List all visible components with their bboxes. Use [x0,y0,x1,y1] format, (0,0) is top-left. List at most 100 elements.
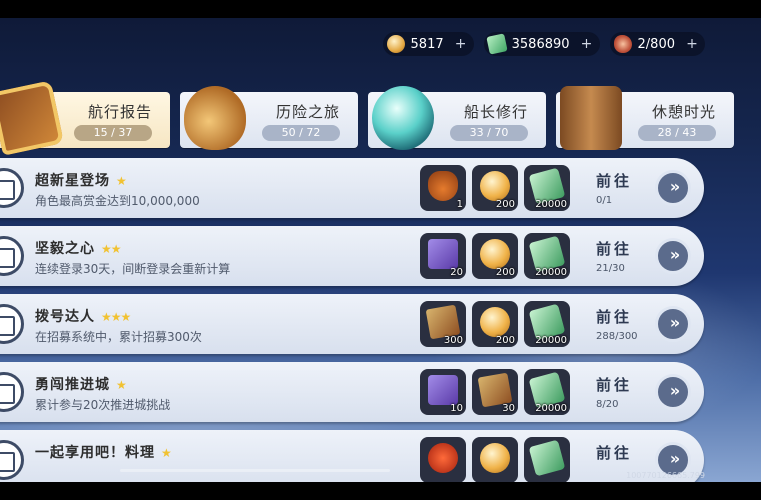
reward-item[interactable]: 30 [472,369,518,415]
add-stamina-button[interactable]: + [685,36,699,52]
add-cash-button[interactable]: + [580,36,594,52]
reward-count: 200 [495,199,515,210]
goto-button[interactable]: » [655,170,691,206]
coin-icon [386,35,405,53]
star-icon: ★★★ [101,310,131,324]
cash-icon [485,33,508,55]
reward-list [420,437,570,482]
reward-item[interactable] [472,437,518,482]
goto-area: 前往 8/20 [596,374,656,410]
task-progress: 288/300 [596,331,638,342]
goto-label: 前往 [596,376,633,394]
task-progress: 21/30 [596,263,625,274]
star-icon: ★ [116,378,127,392]
tab-progress: 33 / 70 [450,125,528,141]
goto-area: 前往 [596,442,656,467]
coin-icon [480,239,510,269]
tab-adventure[interactable]: 历险之旅 50 / 72 [180,86,358,150]
goto-button[interactable]: » [655,306,691,342]
reward-item[interactable]: 300 [420,301,466,347]
reward-count: 20 [450,267,463,278]
task-row: 一起享用吧！料理 ★ 前往 » [0,430,704,482]
reward-count: 30 [502,403,515,414]
book-icon [0,80,64,156]
currency-coin: 5817 + [382,32,474,56]
goto-area: 前往 21/30 [596,238,656,274]
task-row: 勇闯推进城 ★ 累计参与20次推进城挑战 10 30 20000 前往 8/20 … [0,362,704,422]
mug-icon [560,86,622,150]
goto-area: 前往 288/300 [596,306,656,342]
category-tabs: 航行报告 15 / 37 历险之旅 50 / 72 船长修行 33 / 70 休… [0,80,752,156]
star-icon: ★ [161,446,172,460]
reward-item[interactable]: 200 [472,233,518,279]
reward-count: 20000 [535,199,567,210]
coin-icon [480,307,510,337]
bag-icon [428,171,458,201]
cash-value: 3586890 [511,36,570,52]
tab-progress: 15 / 37 [74,125,152,141]
orb-icon [372,86,434,150]
reward-item[interactable]: 20000 [524,165,570,211]
goto-button[interactable]: » [655,374,691,410]
task-badge-icon [0,372,24,412]
goto-label: 前往 [596,172,633,190]
reward-item[interactable]: 200 [472,165,518,211]
task-description: 在招募系统中，累计招募300次 [35,330,202,344]
meat-icon [613,35,632,53]
reward-item[interactable]: 10 [420,369,466,415]
goto-button[interactable]: » [655,238,691,274]
cash-icon [528,439,566,477]
star-icon: ★★ [101,242,121,256]
goto-label: 前往 [596,444,633,462]
task-description: 连续登录30天，间断登录会重新计算 [35,262,231,276]
task-row: 坚毅之心 ★★ 连续登录30天，间断登录会重新计算 20 200 20000 前往… [0,226,704,286]
reward-item[interactable]: 20000 [524,369,570,415]
food-icon [428,443,458,473]
task-description: 角色最高赏金达到10,000,000 [35,194,200,208]
task-title: 拨号达人 ★★★ [35,309,131,325]
reward-count: 20000 [535,403,567,414]
reward-item[interactable]: 200 [472,301,518,347]
reward-count: 10 [450,403,463,414]
add-coin-button[interactable]: + [454,36,468,52]
purple-box-icon [428,375,458,405]
currency-stamina: 2/800 + [609,32,705,56]
task-title: 勇闯推进城 ★ [35,377,127,393]
task-badge-icon [0,440,24,480]
task-progress: 0/1 [596,195,613,206]
reward-item[interactable]: 20000 [524,233,570,279]
reward-list: 1 200 20000 [420,165,570,211]
game-screen: 5817 + 3586890 + 2/800 + 航行报告 15 / 37 历险… [0,18,761,482]
tab-captain-training[interactable]: 船长修行 33 / 70 [368,86,546,150]
reward-list: 20 200 20000 [420,233,570,279]
task-title: 坚毅之心 ★★ [35,241,121,257]
star-icon: ★ [116,174,127,188]
task-badge-icon [0,236,24,276]
task-badge-icon [0,168,24,208]
reward-item[interactable]: 20000 [524,301,570,347]
tab-label: 船长修行 [463,103,528,121]
reward-count: 200 [495,335,515,346]
goto-area: 前往 0/1 [596,170,656,206]
currency-cash: 3586890 + [483,32,600,56]
reward-item[interactable]: 20 [420,233,466,279]
hat-icon [184,86,246,150]
currency-bar: 5817 + 3586890 + 2/800 + [382,32,705,56]
task-row: 超新星登场 ★ 角色最高赏金达到10,000,000 1 200 20000 前往… [0,158,704,218]
coin-icon [480,443,510,473]
reward-count: 20000 [535,267,567,278]
horizontal-scrollbar[interactable] [120,469,390,472]
goto-label: 前往 [596,308,633,326]
reward-list: 10 30 20000 [420,369,570,415]
reward-item[interactable]: 1 [420,165,466,211]
task-list: 超新星登场 ★ 角色最高赏金达到10,000,000 1 200 20000 前往… [0,158,704,482]
task-title: 一起享用吧！料理 ★ [35,445,172,461]
coin-icon [480,171,510,201]
tab-voyage-report[interactable]: 航行报告 15 / 37 [0,80,170,156]
tab-progress: 28 / 43 [638,125,716,141]
tab-leisure-time[interactable]: 休憩时光 28 / 43 [556,86,734,150]
task-title: 超新星登场 ★ [35,173,127,189]
reward-item[interactable] [420,437,466,482]
reward-item[interactable] [524,437,570,482]
reward-count: 300 [443,335,463,346]
